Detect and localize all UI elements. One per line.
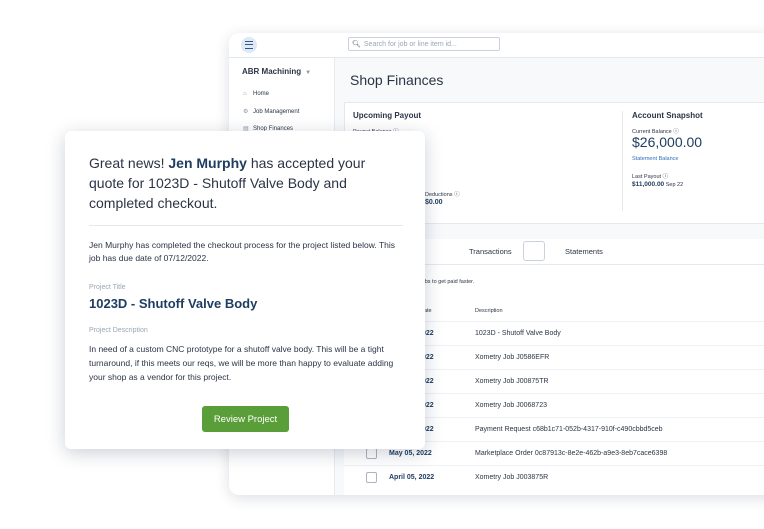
page-title: Shop Finances xyxy=(350,72,444,88)
row-checkbox[interactable] xyxy=(366,448,377,459)
project-description: In need of a custom CNC prototype for a … xyxy=(89,344,394,382)
job-management-icon: ⚙ xyxy=(243,109,249,115)
card-divider xyxy=(622,111,623,211)
sidebar-item-label: Home xyxy=(253,91,270,97)
column-header-description[interactable]: Description xyxy=(475,308,503,314)
tab-transactions[interactable]: Transactions xyxy=(469,247,512,256)
notification-body: Jen Murphy has completed the checkout pr… xyxy=(89,240,396,263)
filter-button[interactable] xyxy=(523,241,545,261)
sidebar-item-label: Job Management xyxy=(253,109,300,115)
deductions-value: $0.00 xyxy=(425,199,443,206)
info-icon: ⓘ xyxy=(662,174,669,180)
search-icon: 🔍︎ xyxy=(352,41,361,48)
last-payout-label: Last Payout ⓘ xyxy=(632,174,669,180)
org-selector[interactable]: ABR Machining ▼ xyxy=(242,67,311,76)
row-checkbox[interactable] xyxy=(366,472,377,483)
notification-headline: Great news! Jen Murphy has accepted your… xyxy=(89,155,366,211)
review-project-button[interactable]: Review Project xyxy=(202,406,289,432)
project-description-label: Project Description xyxy=(89,327,148,334)
table-row[interactable]: April 05, 2022 Xometry Job J003875R xyxy=(344,465,764,490)
customer-name: Jen Murphy xyxy=(168,155,247,171)
menu-icon[interactable] xyxy=(241,37,257,53)
project-title-label: Project Title xyxy=(89,284,126,291)
search-input[interactable]: 🔍︎ Search for job or line item id... xyxy=(348,37,500,51)
home-icon: ⌂ xyxy=(243,91,247,97)
sidebar-item-job-management[interactable]: ⚙ Job Management xyxy=(243,108,299,115)
sidebar-item-home[interactable]: ⌂ Home xyxy=(243,91,269,97)
tab-statements[interactable]: Statements xyxy=(565,247,603,256)
last-payout-value: $11,000.00 Sep 22 xyxy=(632,181,684,188)
upcoming-payout-title: Upcoming Payout xyxy=(353,111,422,120)
top-bar: 🔍︎ Search for job or line item id... xyxy=(229,33,764,58)
account-snapshot-title: Account Snapshot xyxy=(632,111,703,120)
project-title: 1023D - Shutoff Valve Body xyxy=(89,296,258,311)
current-balance-value: $26,000.00 xyxy=(632,134,703,150)
org-name: ABR Machining xyxy=(242,67,302,76)
search-placeholder: Search for job or line item id... xyxy=(363,40,457,48)
quote-accepted-card: Great news! Jen Murphy has accepted your… xyxy=(65,131,425,449)
deductions-label: Deductions ⓘ xyxy=(425,192,460,198)
chevron-down-icon: ▼ xyxy=(305,70,312,76)
statement-balance-link[interactable]: Statement Balance xyxy=(632,156,678,162)
info-icon: ⓘ xyxy=(454,192,460,198)
divider xyxy=(89,225,403,226)
